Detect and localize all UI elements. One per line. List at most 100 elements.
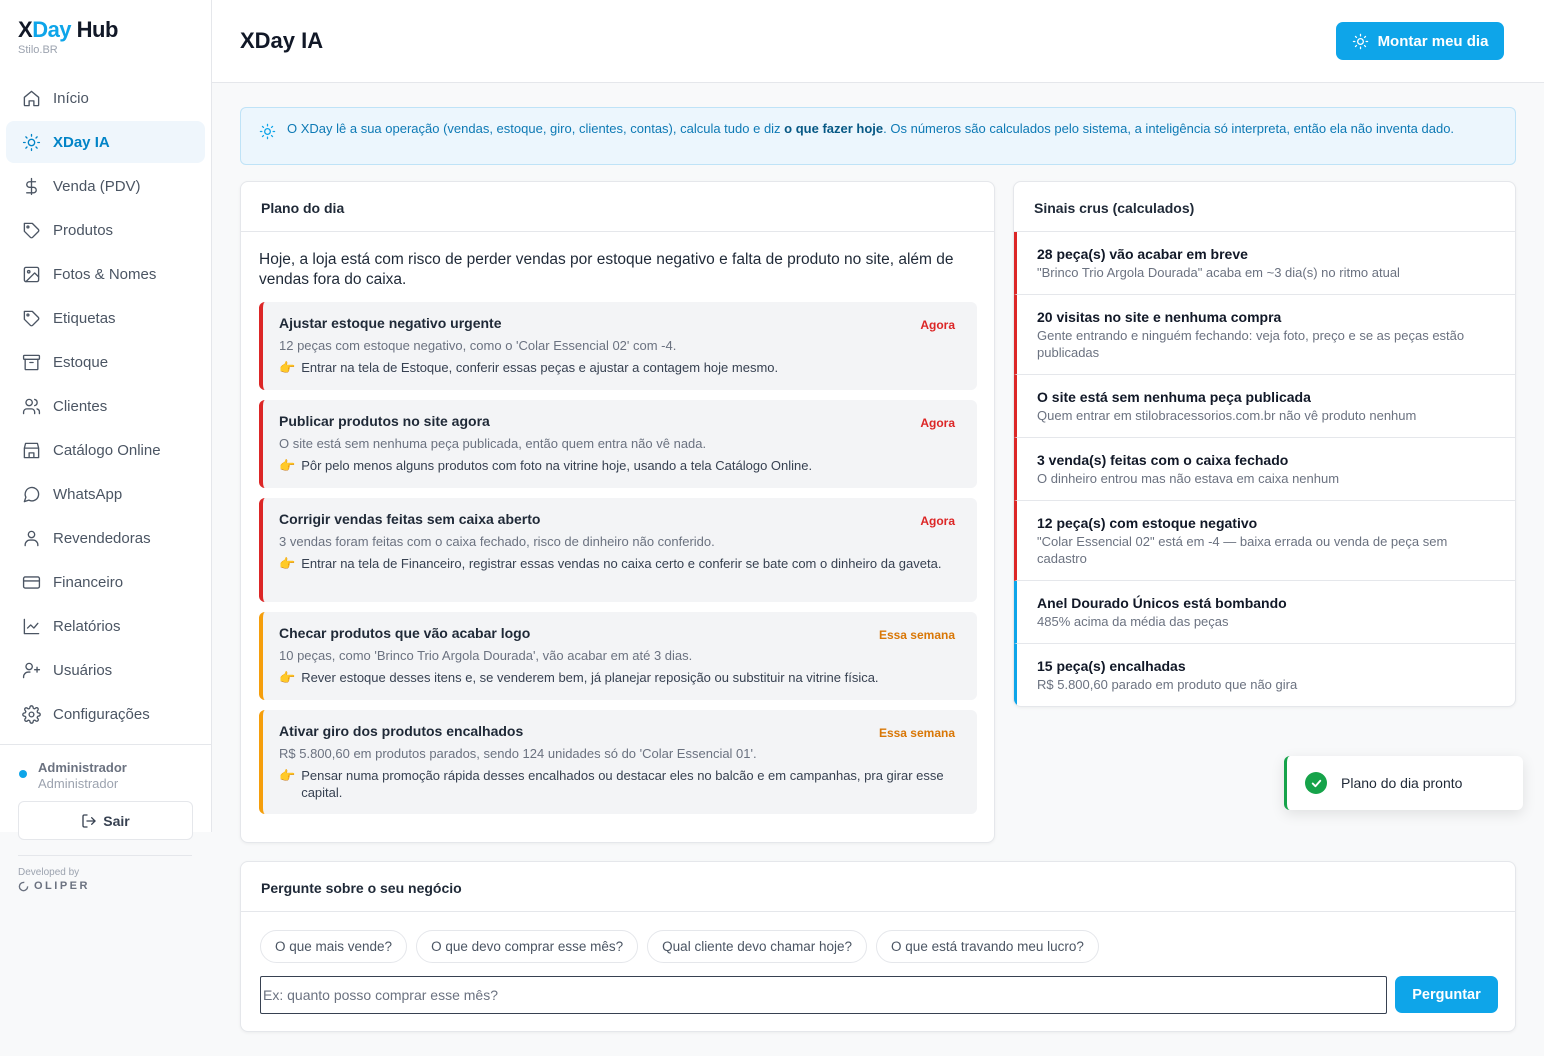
sidebar-item-produtos[interactable]: Produtos: [6, 209, 205, 251]
sidebar-item-label: Produtos: [53, 221, 114, 239]
users-icon: [22, 398, 41, 414]
sidebar: XDay Hub Stilo.BR Início XDay IA Venda (PD…: [0, 0, 212, 840]
question-input[interactable]: [260, 976, 1387, 1014]
task-action: 👉 Rever estoque desses itens e, se vender…: [279, 669, 955, 686]
signal-description: Quem entrar em stilobracessorios.com.br …: [1037, 408, 1417, 423]
plan-title: Plano do dia: [241, 182, 994, 232]
task-card[interactable]: Corrigir vendas feitas sem caixa aberto A…: [259, 498, 977, 602]
sidebar-item-revendedoras[interactable]: Revendedoras: [6, 517, 205, 559]
sidebar-divider: [0, 744, 212, 745]
tag-icon: [23, 310, 40, 326]
pointing-hand-icon: 👉: [279, 768, 296, 783]
priority-badge: Agora: [920, 416, 955, 430]
signal-title: 20 visitas no site e nenhuma compra: [1037, 309, 1282, 325]
logout-label: Sair: [103, 812, 130, 829]
sidebar-item-fotos-nomes[interactable]: Fotos & Nomes: [6, 253, 205, 295]
pointing-hand-icon: 👉: [279, 458, 296, 473]
sidebar-item-label: Usuários: [53, 661, 113, 679]
info-text-bold: o que fazer hoje: [784, 121, 884, 136]
sidebar-item-whatsapp[interactable]: WhatsApp: [6, 473, 205, 515]
suggestion-chip[interactable]: O que mais vende?: [260, 930, 408, 963]
brand-name-highlight: Day: [32, 17, 72, 42]
signal-description: O dinheiro entrou mas não estava em caix…: [1037, 471, 1340, 486]
task-action-text: Entrar na tela de Estoque, conferir essa…: [301, 360, 779, 375]
task-card[interactable]: Ativar giro dos produtos encalhados Essa …: [259, 710, 977, 814]
signal-description: "Brinco Trio Argola Dourada" acaba em ~3…: [1037, 265, 1400, 280]
sidebar-item-catalogo-online[interactable]: Catálogo Online: [6, 429, 205, 471]
logout-button[interactable]: Sair: [18, 801, 193, 840]
suggestion-chip[interactable]: O que devo comprar esse mês?: [416, 930, 639, 963]
ask-card: Pergunte sobre o seu negócio O que mais …: [240, 861, 1516, 1032]
dollar-icon: [26, 177, 37, 195]
sidebar-item-label: Clientes: [53, 397, 108, 415]
task-card[interactable]: Publicar produtos no site agora Agora O si…: [259, 400, 977, 488]
signal-list: 28 peça(s) vão acabar em breve "Brinco Tr…: [1014, 232, 1515, 706]
archive-icon: [22, 354, 41, 370]
sidebar-item-label: WhatsApp: [53, 485, 123, 503]
suggestion-chip[interactable]: Qual cliente devo chamar hoje?: [647, 930, 868, 963]
chart-line-icon: [23, 618, 40, 634]
suggestion-chip[interactable]: O que está travando meu lucro?: [876, 930, 1099, 963]
sidebar-item-configuracoes[interactable]: Configurações: [6, 693, 205, 735]
montar-label: Montar meu dia: [1377, 32, 1489, 50]
home-icon: [23, 90, 40, 106]
pointing-hand-icon: 👉: [279, 360, 296, 375]
task-title: Checar produtos que vão acabar logo: [279, 625, 531, 641]
ask-button[interactable]: Perguntar: [1395, 976, 1498, 1013]
sidebar-item-relatorios[interactable]: Relatórios: [6, 605, 205, 647]
store-icon: [23, 442, 40, 458]
sidebar-item-etiquetas[interactable]: Etiquetas: [6, 297, 205, 339]
task-description: 10 peças, como 'Brinco Trio Argola Doura…: [279, 648, 693, 663]
signal-item: 12 peça(s) com estoque negativo "Colar Es…: [1014, 501, 1515, 581]
task-card[interactable]: Ajustar estoque negativo urgente Agora 12 …: [259, 302, 977, 390]
top-bar: XDay IA Montar meu dia: [212, 0, 1544, 83]
signal-item: O site está sem nenhuma peça publicada Qu…: [1014, 375, 1515, 438]
priority-badge: Agora: [920, 318, 955, 332]
task-action: 👉 Pôr pelo menos alguns produtos com foto…: [279, 457, 955, 474]
task-action-text: Pôr pelo menos alguns produtos com foto …: [301, 458, 813, 473]
logout-icon: [82, 813, 96, 828]
task-card[interactable]: Checar produtos que vão acabar logo Essa …: [259, 612, 977, 700]
signal-item: 28 peça(s) vão acabar em breve "Brinco Tr…: [1014, 232, 1515, 295]
sidebar-item-xday-ia[interactable]: XDay IA: [6, 121, 205, 163]
signal-item: 15 peça(s) encalhadas R$ 5.800,60 parado …: [1014, 644, 1515, 706]
sidebar-item-label: Estoque: [53, 353, 109, 371]
user-icon: [24, 530, 39, 546]
developer-name: OLIPER: [34, 880, 90, 892]
success-toast: Plano do dia pronto: [1284, 756, 1523, 810]
sidebar-item-usuarios[interactable]: Usuários: [6, 649, 205, 691]
task-action-text: Pensar numa promoção rápida desses encal…: [301, 768, 944, 800]
task-description: R$ 5.800,60 em produtos parados, sendo 1…: [279, 746, 757, 761]
montar-meu-dia-button[interactable]: Montar meu dia: [1336, 22, 1504, 60]
sidebar-item-clientes[interactable]: Clientes: [6, 385, 205, 427]
plan-card: Plano do dia Hoje, a loja está com risco…: [240, 181, 995, 843]
task-action-text: Entrar na tela de Financeiro, registrar …: [301, 556, 942, 571]
suggestion-chips: O que mais vende? O que devo comprar esse…: [260, 930, 1108, 963]
image-icon: [23, 266, 40, 282]
developer-divider: [18, 855, 192, 856]
signal-title: Anel Dourado Únicos está bombando: [1037, 595, 1287, 611]
credit-card-icon: [22, 575, 41, 589]
sidebar-item-label: Etiquetas: [53, 309, 116, 327]
task-description: 12 peças com estoque negativo, como o 'C…: [279, 338, 677, 353]
signal-title: 15 peça(s) encalhadas: [1037, 658, 1186, 674]
sidebar-item-financeiro[interactable]: Financeiro: [6, 561, 205, 603]
sidebar-item-label: Catálogo Online: [53, 441, 161, 459]
sidebar-item-inicio[interactable]: Início: [6, 77, 205, 119]
signals-card: Sinais crus (calculados) 28 peça(s) vão …: [1013, 181, 1516, 707]
user-plus-icon: [22, 662, 41, 678]
task-action: 👉 Pensar numa promoção rápida desses enca…: [279, 767, 955, 801]
chat-icon: [23, 486, 40, 502]
brand-name-part: Hub: [71, 17, 119, 42]
sidebar-item-estoque[interactable]: Estoque: [6, 341, 205, 383]
sun-icon: [1352, 33, 1368, 49]
signal-title: O site está sem nenhuma peça publicada: [1037, 389, 1311, 405]
brand-name: XDay Hub: [18, 17, 118, 43]
plan-summary: Hoje, a loja está com risco de perder ve…: [259, 251, 954, 288]
sidebar-item-venda-pdv[interactable]: Venda (PDV): [6, 165, 205, 207]
user-role: Administrador: [38, 776, 119, 791]
brand: XDay Hub Stilo.BR: [18, 17, 118, 56]
signal-description: Gente entrando e ninguém fechando: veja …: [1037, 328, 1465, 360]
sidebar-item-label: XDay IA: [53, 133, 110, 151]
sun-icon: [22, 133, 41, 151]
